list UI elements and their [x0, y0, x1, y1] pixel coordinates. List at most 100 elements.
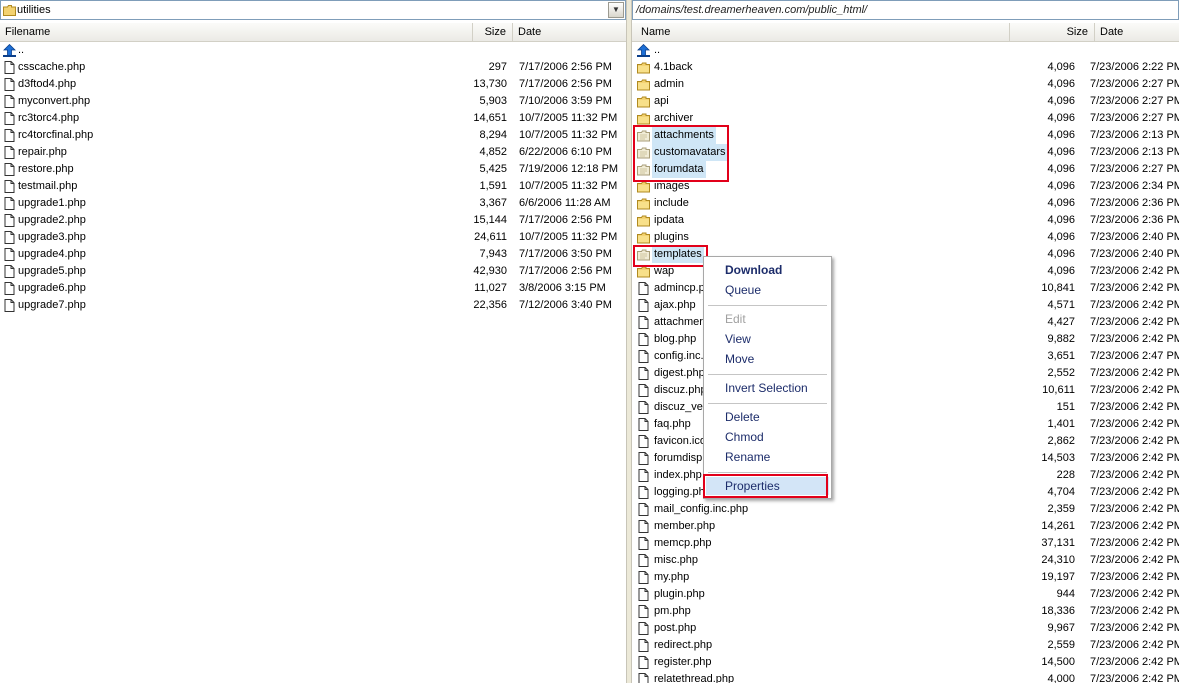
- column-date[interactable]: Date: [513, 23, 626, 41]
- file-date: 7/23/2006 2:42 PM: [1090, 401, 1179, 413]
- menu-item-move[interactable]: Move: [706, 350, 829, 368]
- file-row[interactable]: 4.1back 4,096 7/23/2006 2:22 PM: [632, 59, 1179, 76]
- file-size: 37,131: [1041, 537, 1075, 549]
- file-row[interactable]: upgrade4.php 7,943 7/17/2006 3:50 PM: [0, 246, 626, 263]
- menu-item-view[interactable]: View: [706, 330, 829, 348]
- file-date: 7/23/2006 2:27 PM: [1090, 112, 1179, 124]
- file-date: 7/17/2006 3:50 PM: [519, 248, 612, 260]
- file-size: 4,096: [1047, 129, 1075, 141]
- local-path-combobox[interactable]: utilities ▼: [0, 0, 626, 20]
- file-size: 13,730: [473, 78, 507, 90]
- file-row[interactable]: images 4,096 7/23/2006 2:34 PM: [632, 178, 1179, 195]
- menu-item-queue[interactable]: Queue: [706, 281, 829, 299]
- file-row[interactable]: admin 4,096 7/23/2006 2:27 PM: [632, 76, 1179, 93]
- file-row[interactable]: relatethread.php 4,000 7/23/2006 2:42 PM: [632, 671, 1179, 683]
- file-date: 10/7/2005 11:32 PM: [519, 231, 618, 243]
- file-row[interactable]: restore.php 5,425 7/19/2006 12:18 PM: [0, 161, 626, 178]
- file-row[interactable]: post.php 9,967 7/23/2006 2:42 PM: [632, 620, 1179, 637]
- file-row[interactable]: plugin.php 944 7/23/2006 2:42 PM: [632, 586, 1179, 603]
- file-row[interactable]: misc.php 24,310 7/23/2006 2:42 PM: [632, 552, 1179, 569]
- file-date: 7/23/2006 2:27 PM: [1090, 78, 1179, 90]
- file-size: 10,841: [1041, 282, 1075, 294]
- file-size: 14,500: [1041, 656, 1075, 668]
- file-date: 7/23/2006 2:34 PM: [1090, 180, 1179, 192]
- file-row[interactable]: d3ftod4.php 13,730 7/17/2006 2:56 PM: [0, 76, 626, 93]
- local-path-text: utilities: [17, 4, 51, 16]
- file-row[interactable]: attachments 4,096 7/23/2006 2:13 PM: [632, 127, 1179, 144]
- file-row[interactable]: rc3torc4.php 14,651 10/7/2005 11:32 PM: [0, 110, 626, 127]
- file-row[interactable]: plugins 4,096 7/23/2006 2:40 PM: [632, 229, 1179, 246]
- file-row[interactable]: member.php 14,261 7/23/2006 2:42 PM: [632, 518, 1179, 535]
- file-date: 10/7/2005 11:32 PM: [519, 180, 618, 192]
- chevron-down-icon[interactable]: ▼: [608, 2, 624, 18]
- file-date: 7/23/2006 2:13 PM: [1090, 129, 1179, 141]
- file-row[interactable]: csscache.php 297 7/17/2006 2:56 PM: [0, 59, 626, 76]
- file-row[interactable]: repair.php 4,852 6/22/2006 6:10 PM: [0, 144, 626, 161]
- column-date[interactable]: Date: [1095, 23, 1179, 41]
- file-row[interactable]: testmail.php 1,591 10/7/2005 11:32 PM: [0, 178, 626, 195]
- file-size: 4,096: [1047, 95, 1075, 107]
- parent-directory-row[interactable]: ..: [0, 42, 626, 59]
- file-row[interactable]: forumdata 4,096 7/23/2006 2:27 PM: [632, 161, 1179, 178]
- menu-item-rename[interactable]: Rename: [706, 448, 829, 466]
- file-size: 10,611: [1042, 384, 1075, 396]
- file-size: 9,967: [1047, 622, 1075, 634]
- file-size: 14,651: [473, 112, 507, 124]
- file-row[interactable]: upgrade3.php 24,611 10/7/2005 11:32 PM: [0, 229, 626, 246]
- file-row[interactable]: api 4,096 7/23/2006 2:27 PM: [632, 93, 1179, 110]
- file-row[interactable]: archiver 4,096 7/23/2006 2:27 PM: [632, 110, 1179, 127]
- file-size: 4,427: [1047, 316, 1075, 328]
- file-size: 4,852: [479, 146, 507, 158]
- file-row[interactable]: customavatars 4,096 7/23/2006 2:13 PM: [632, 144, 1179, 161]
- file-date: 10/7/2005 11:32 PM: [519, 112, 618, 124]
- file-row[interactable]: upgrade2.php 15,144 7/17/2006 2:56 PM: [0, 212, 626, 229]
- file-date: 6/22/2006 6:10 PM: [519, 146, 612, 158]
- file-date: 7/19/2006 12:18 PM: [519, 163, 619, 175]
- menu-item-chmod[interactable]: Chmod: [706, 428, 829, 446]
- file-size: 151: [1056, 401, 1075, 413]
- column-size[interactable]: Size: [473, 23, 513, 41]
- file-date: 10/7/2005 11:32 PM: [519, 129, 618, 141]
- up-arrow-icon: [637, 43, 650, 57]
- file-date: 7/23/2006 2:42 PM: [1090, 588, 1179, 600]
- file-row[interactable]: my.php 19,197 7/23/2006 2:42 PM: [632, 569, 1179, 586]
- file-date: 7/23/2006 2:40 PM: [1090, 248, 1179, 260]
- file-size: 1,401: [1047, 418, 1075, 430]
- menu-item-delete[interactable]: Delete: [706, 408, 829, 426]
- file-row[interactable]: upgrade5.php 42,930 7/17/2006 2:56 PM: [0, 263, 626, 280]
- local-file-list: .. csscache.php 297 7/17/2006 2:56 PM d3ftod…: [0, 42, 626, 683]
- file-row[interactable]: include 4,096 7/23/2006 2:36 PM: [632, 195, 1179, 212]
- file-size: 19,197: [1041, 571, 1075, 583]
- file-size: 5,425: [479, 163, 507, 175]
- file-row[interactable]: pm.php 18,336 7/23/2006 2:42 PM: [632, 603, 1179, 620]
- file-date: 7/23/2006 2:42 PM: [1090, 452, 1179, 464]
- file-date: 6/6/2006 11:28 AM: [519, 197, 611, 209]
- file-date: 7/23/2006 2:42 PM: [1090, 537, 1179, 549]
- file-date: 7/23/2006 2:40 PM: [1090, 231, 1179, 243]
- file-row[interactable]: redirect.php 2,559 7/23/2006 2:42 PM: [632, 637, 1179, 654]
- file-row[interactable]: mail_config.inc.php 2,359 7/23/2006 2:42 P…: [632, 501, 1179, 518]
- file-size: 4,096: [1047, 61, 1075, 73]
- file-row[interactable]: myconvert.php 5,903 7/10/2006 3:59 PM: [0, 93, 626, 110]
- file-size: 24,310: [1041, 554, 1075, 566]
- column-name[interactable]: Name: [632, 23, 1010, 41]
- file-size: 14,503: [1041, 452, 1075, 464]
- column-size[interactable]: Size: [1010, 23, 1095, 41]
- file-row[interactable]: upgrade7.php 22,356 7/12/2006 3:40 PM: [0, 297, 626, 314]
- remote-path-field[interactable]: /domains/test.dreamerheaven.com/public_h…: [632, 0, 1179, 20]
- file-size: 42,930: [473, 265, 507, 277]
- remote-path-text: /domains/test.dreamerheaven.com/public_h…: [636, 4, 868, 16]
- menu-item-properties[interactable]: Properties: [706, 477, 829, 495]
- file-row[interactable]: upgrade1.php 3,367 6/6/2006 11:28 AM: [0, 195, 626, 212]
- file-row[interactable]: rc4torcfinal.php 8,294 10/7/2005 11:32 PM: [0, 127, 626, 144]
- menu-item-invert-selection[interactable]: Invert Selection: [706, 379, 829, 397]
- file-row[interactable]: register.php 14,500 7/23/2006 2:42 PM: [632, 654, 1179, 671]
- file-row[interactable]: upgrade6.php 11,027 3/8/2006 3:15 PM: [0, 280, 626, 297]
- file-date: 7/23/2006 2:42 PM: [1090, 639, 1179, 651]
- menu-item-download[interactable]: Download: [706, 261, 829, 279]
- parent-directory-row[interactable]: ..: [632, 42, 1179, 59]
- file-row[interactable]: memcp.php 37,131 7/23/2006 2:42 PM: [632, 535, 1179, 552]
- column-filename[interactable]: Filename: [0, 23, 473, 41]
- file-size: 4,096: [1047, 197, 1075, 209]
- file-row[interactable]: ipdata 4,096 7/23/2006 2:36 PM: [632, 212, 1179, 229]
